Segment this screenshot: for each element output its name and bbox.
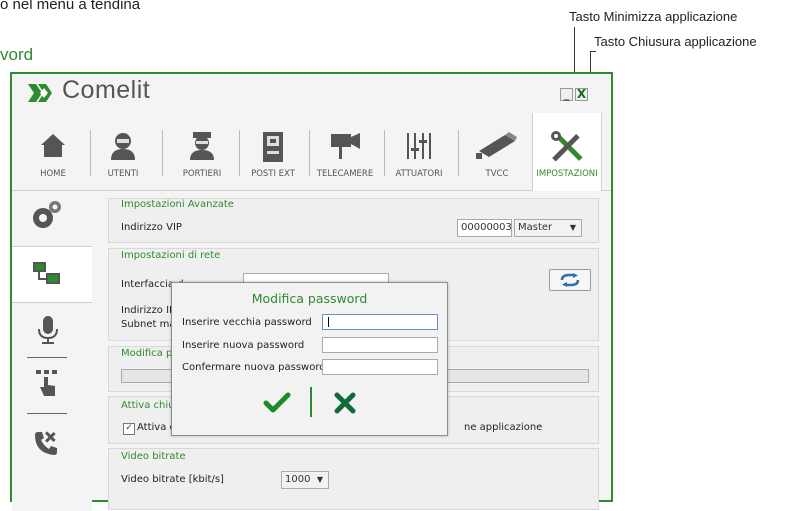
user-icon bbox=[111, 133, 135, 160]
old-password-input[interactable] bbox=[322, 314, 438, 330]
intercom-panel-icon bbox=[263, 132, 283, 162]
old-password-label: Inserire vecchia password bbox=[182, 317, 312, 328]
microphone-icon bbox=[38, 316, 58, 344]
new-password-input[interactable] bbox=[322, 337, 438, 353]
group-title: Video bitrate bbox=[121, 451, 186, 462]
minimize-button[interactable]: _ bbox=[560, 88, 573, 101]
change-password-dialog: Modifica password Inserire vecchia passw… bbox=[171, 282, 448, 436]
tab-label: TVCC bbox=[485, 169, 509, 179]
ip-address-label: Indirizzo IP bbox=[121, 305, 176, 316]
annotation-close: Tasto Chiusura applicazione bbox=[594, 34, 757, 49]
background-text: o nel menù a tendina bbox=[0, 0, 141, 13]
tab-separator bbox=[90, 130, 91, 176]
tab-label: POSTI EXT bbox=[251, 169, 295, 179]
video-bitrate-select[interactable]: 1000 ▼ bbox=[281, 471, 329, 489]
vip-address-input[interactable]: 00000003 bbox=[457, 219, 512, 237]
tab-label: ATTUATORI bbox=[395, 169, 443, 179]
tab-portieri[interactable]: PORTIERI bbox=[172, 113, 232, 190]
phone-tools-icon bbox=[35, 431, 57, 455]
close-button[interactable]: X bbox=[575, 88, 588, 101]
vip-address-label: Indirizzo VIP bbox=[121, 222, 182, 233]
tab-label: TELECAMERE bbox=[316, 169, 374, 179]
role-select[interactable]: Master ▼ bbox=[514, 219, 582, 237]
chevron-down-icon: ▼ bbox=[569, 223, 576, 232]
confirm-password-label: Confermare nuova password bbox=[182, 362, 326, 373]
touch-keypad-icon bbox=[36, 370, 57, 396]
home-icon bbox=[41, 134, 65, 157]
tab-utenti[interactable]: UTENTI bbox=[94, 113, 152, 190]
close-app-checkbox-2-label: ne applicazione bbox=[464, 422, 543, 433]
sidebar-item-keypad[interactable] bbox=[12, 363, 82, 407]
sidebar-item-network[interactable] bbox=[12, 246, 92, 303]
tab-attuatori[interactable]: ATTUATORI bbox=[388, 113, 450, 190]
video-bitrate-label: Video bitrate [kbit/s] bbox=[121, 474, 224, 485]
section-heading: vord bbox=[0, 45, 34, 64]
video-bitrate-value: 1000 bbox=[285, 474, 311, 485]
logo-text: Comelit bbox=[62, 76, 151, 104]
new-password-label: Inserire nuova password bbox=[182, 340, 305, 351]
sidebar-item-audio[interactable] bbox=[12, 309, 82, 353]
tab-label: PORTIERI bbox=[182, 169, 222, 179]
tab-tvcc[interactable]: TVCC bbox=[464, 113, 530, 190]
sidebar bbox=[12, 191, 92, 511]
tab-impostazioni[interactable]: IMPOSTAZIONI bbox=[532, 113, 602, 191]
confirm-password-input[interactable] bbox=[322, 359, 438, 375]
tab-separator bbox=[458, 130, 459, 176]
text-cursor bbox=[328, 317, 329, 327]
sidebar-separator bbox=[27, 413, 67, 414]
doorman-icon bbox=[190, 132, 214, 160]
close-app-checkbox[interactable]: ✓ bbox=[123, 423, 135, 435]
tools-icon bbox=[551, 131, 583, 161]
group-video-bitrate: Video bitrate Video bitrate [kbit/s] 100… bbox=[108, 448, 599, 510]
sidebar-separator bbox=[27, 357, 67, 358]
group-advanced-settings: Impostazioni Avanzate Indirizzo VIP 0000… bbox=[108, 198, 599, 243]
tab-label: IMPOSTAZIONI bbox=[536, 169, 598, 179]
annotation-line-close-h bbox=[590, 51, 596, 52]
tab-separator bbox=[239, 130, 240, 176]
tab-label: UTENTI bbox=[107, 169, 139, 179]
dialog-button-separator bbox=[310, 387, 312, 417]
role-select-value: Master bbox=[518, 222, 553, 233]
tab-home[interactable]: HOME bbox=[26, 113, 80, 190]
group-title: Impostazioni Avanzate bbox=[121, 199, 234, 210]
tab-label: HOME bbox=[40, 169, 66, 179]
gears-icon bbox=[33, 201, 61, 228]
tab-separator bbox=[384, 130, 385, 176]
camera-icon bbox=[331, 133, 360, 159]
refresh-icon bbox=[560, 273, 580, 287]
annotation-minimize: Tasto Minimizza applicazione bbox=[569, 9, 738, 24]
tab-posti-ext[interactable]: POSTI EXT bbox=[244, 113, 302, 190]
sidebar-item-general[interactable] bbox=[12, 191, 82, 239]
sliders-icon bbox=[407, 133, 431, 159]
chevron-down-icon: ▼ bbox=[316, 475, 323, 484]
cctv-icon bbox=[476, 132, 517, 159]
group-title: Impostazioni di rete bbox=[121, 250, 221, 261]
checkmark-icon bbox=[263, 392, 291, 413]
refresh-button[interactable] bbox=[549, 269, 591, 291]
network-icon bbox=[33, 262, 60, 284]
tab-telecamere[interactable]: TELECAMERE bbox=[312, 113, 378, 190]
cancel-button[interactable] bbox=[330, 389, 360, 417]
main-tabbar: HOME UTENTI PORTIERI POSTI EXT TELECAMER… bbox=[12, 113, 611, 191]
dialog-title: Modifica password bbox=[251, 291, 368, 306]
sidebar-item-phone-settings[interactable] bbox=[12, 421, 82, 465]
tab-separator bbox=[162, 130, 163, 176]
tab-separator bbox=[309, 130, 310, 176]
comelit-logo-icon bbox=[28, 84, 52, 102]
close-icon bbox=[334, 392, 356, 414]
confirm-button[interactable] bbox=[260, 389, 294, 417]
